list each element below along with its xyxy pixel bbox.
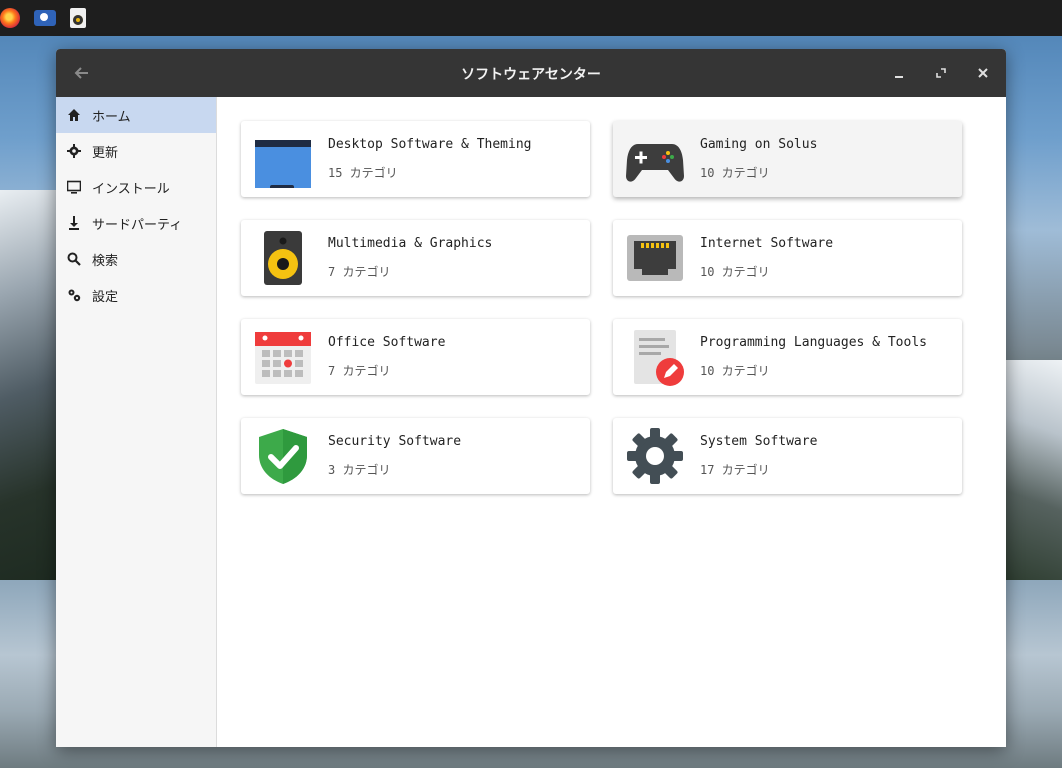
maximize-button[interactable]	[928, 61, 954, 85]
minimize-icon	[895, 76, 903, 78]
rhythmbox-icon[interactable]	[70, 8, 86, 28]
category-title: Internet Software	[700, 236, 834, 251]
background-mountain-right	[1002, 360, 1062, 590]
sidebar-item-home[interactable]: ホーム	[56, 97, 216, 133]
monitor-icon	[66, 179, 82, 195]
download-icon	[66, 215, 82, 231]
category-count: 15 カテゴリ	[328, 166, 398, 180]
firefox-icon[interactable]	[0, 8, 20, 28]
category-count: 10 カテゴリ	[700, 265, 770, 279]
category-grid: Desktop Software & Theming 15 カテゴリ Gamin…	[217, 97, 1006, 747]
settings-icon	[66, 287, 82, 303]
window-title: ソフトウェアセンター	[461, 67, 601, 83]
close-icon	[978, 68, 988, 78]
category-title: Security Software	[328, 434, 462, 449]
ethernet-icon	[627, 235, 683, 281]
code-editor-icon	[634, 330, 684, 386]
sidebar-item-updates[interactable]: 更新	[56, 133, 216, 169]
category-card-desktop[interactable]: Desktop Software & Theming 15 カテゴリ	[241, 121, 590, 197]
category-count: 10 カテゴリ	[700, 166, 770, 180]
maximize-icon	[936, 68, 946, 78]
sidebar-item-label: 設定	[92, 289, 119, 305]
category-card-multimedia[interactable]: Multimedia & Graphics 7 カテゴリ	[241, 220, 590, 296]
close-button[interactable]	[970, 61, 996, 85]
category-title: Programming Languages & Tools	[700, 335, 927, 350]
sidebar-item-third-party[interactable]: サードパーティ	[56, 205, 216, 241]
desktop-folder-icon	[255, 140, 311, 188]
sidebar-item-label: サードパーティ	[92, 217, 183, 233]
category-card-gaming[interactable]: Gaming on Solus 10 カテゴリ	[613, 121, 962, 197]
sidebar-item-label: ホーム	[92, 109, 131, 125]
category-title: Multimedia & Graphics	[328, 236, 493, 251]
taskbar	[0, 0, 1062, 36]
category-count: 7 カテゴリ	[328, 364, 391, 378]
sidebar-item-settings[interactable]: 設定	[56, 277, 216, 313]
category-card-programming[interactable]: Programming Languages & Tools 10 カテゴリ	[613, 319, 962, 395]
gamepad-icon	[626, 144, 684, 182]
sidebar-item-installed[interactable]: インストール	[56, 169, 216, 205]
shield-check-icon	[259, 429, 307, 484]
category-title: Desktop Software & Theming	[328, 137, 532, 152]
category-count: 10 カテゴリ	[700, 364, 770, 378]
background-mountain-left	[0, 190, 60, 590]
sidebar: ホーム 更新 インストール サードパーティ 検索 設定	[56, 97, 217, 747]
category-title: Gaming on Solus	[700, 137, 818, 152]
category-title: System Software	[700, 434, 818, 449]
titlebar: ソフトウェアセンター	[56, 49, 1006, 97]
category-title: Office Software	[328, 335, 446, 350]
speaker-icon	[264, 231, 302, 285]
minimize-button[interactable]	[886, 61, 912, 85]
system-gear-icon	[627, 428, 683, 484]
category-card-internet[interactable]: Internet Software 10 カテゴリ	[613, 220, 962, 296]
sidebar-item-search[interactable]: 検索	[56, 241, 216, 277]
category-count: 7 カテゴリ	[328, 265, 391, 279]
category-card-security[interactable]: Security Software 3 カテゴリ	[241, 418, 590, 494]
sidebar-item-label: 更新	[92, 145, 119, 161]
software-center-window: ソフトウェアセンター ホーム 更新 インストール サードパーティ 検索 設定 D…	[56, 49, 1006, 747]
gear-icon	[66, 143, 82, 159]
home-icon	[66, 107, 82, 123]
calendar-icon	[255, 332, 311, 384]
sidebar-item-label: 検索	[92, 253, 119, 269]
category-card-office[interactable]: Office Software 7 カテゴリ	[241, 319, 590, 395]
category-card-system[interactable]: System Software 17 カテゴリ	[613, 418, 962, 494]
search-icon	[66, 251, 82, 267]
sidebar-item-label: インストール	[92, 181, 170, 197]
software-center-icon[interactable]	[34, 10, 56, 26]
category-count: 17 カテゴリ	[700, 463, 770, 477]
category-count: 3 カテゴリ	[328, 463, 391, 477]
